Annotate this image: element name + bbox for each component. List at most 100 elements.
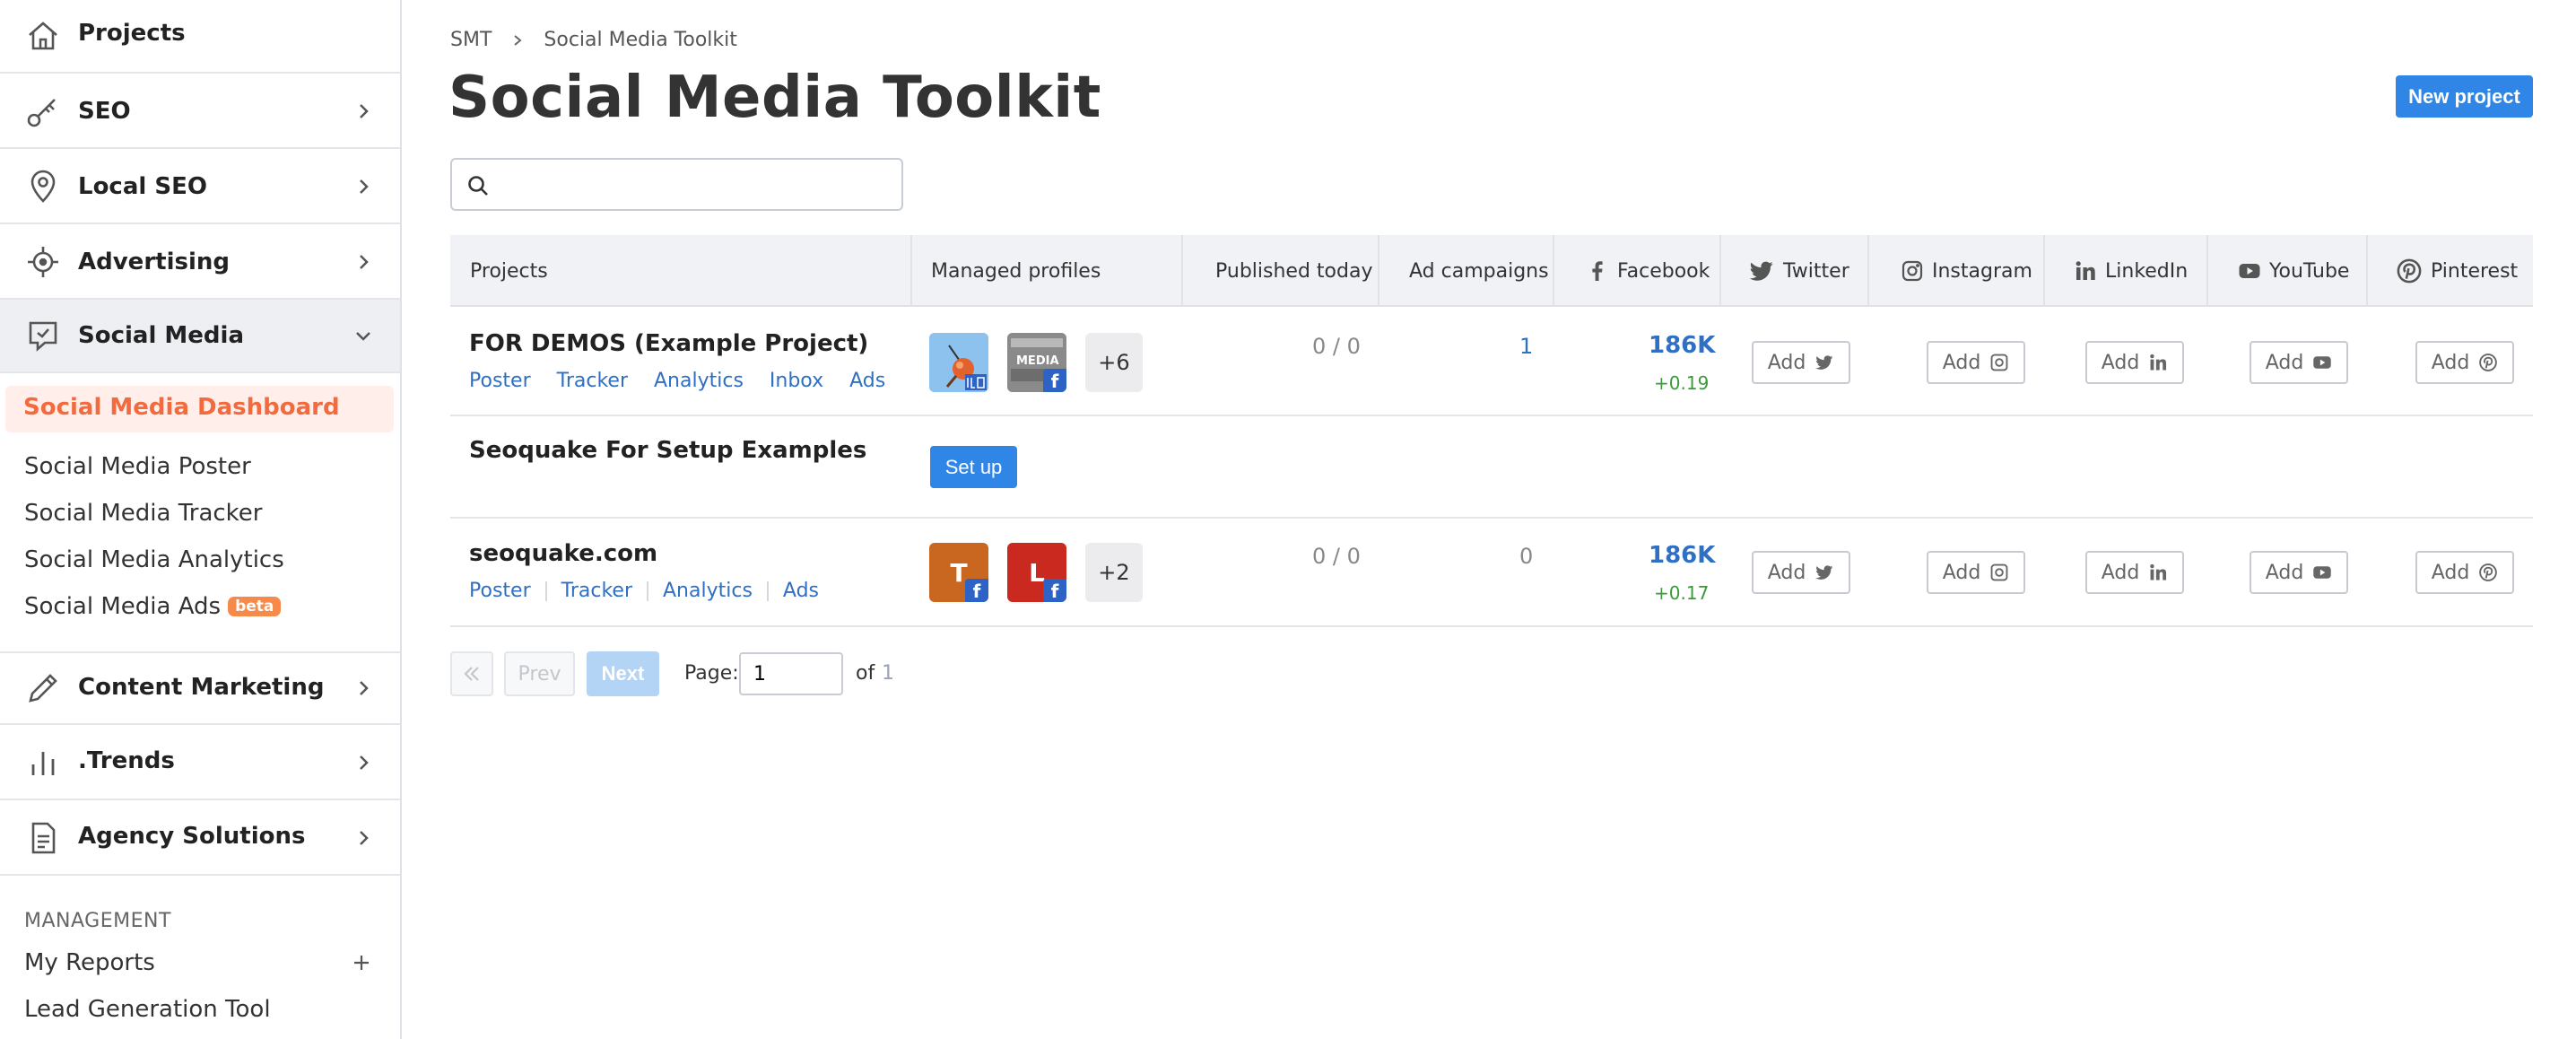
home-icon — [29, 22, 57, 50]
sidebar-item-my-reports[interactable]: My Reports — [24, 949, 155, 976]
add-label: Add — [2101, 561, 2140, 584]
project-name[interactable]: Seoquake For Setup Examples — [469, 437, 866, 464]
ad-campaigns-value[interactable]: 1 — [1519, 334, 1533, 359]
profile-avatar[interactable]: T f — [929, 543, 988, 602]
link-analytics[interactable]: Analytics — [654, 370, 744, 392]
nav-trends[interactable]: .Trends — [0, 727, 400, 800]
link-inbox[interactable]: Inbox — [770, 370, 823, 392]
profile-avatar[interactable]: L f — [1007, 543, 1066, 602]
chevron-right-icon — [360, 104, 369, 118]
management-heading: MANAGEMENT — [24, 910, 171, 932]
facebook-badge-icon: f — [1043, 369, 1066, 392]
linkedin-icon — [2150, 563, 2167, 581]
facebook-followers[interactable]: 186K — [1649, 542, 1715, 569]
add-pinterest-button[interactable]: Add — [2415, 551, 2514, 594]
sidebar-item-social-media-tracker[interactable]: Social Media Tracker — [24, 500, 263, 527]
more-profiles[interactable]: +2 — [1085, 543, 1143, 602]
col-pinterest[interactable]: Pinterest — [2396, 235, 2518, 307]
location-pin-icon — [30, 170, 56, 203]
nav-advertising-label: Advertising — [78, 249, 230, 275]
sidebar-item-social-media-ads[interactable]: Social Media Ads beta — [24, 593, 282, 620]
add-linkedin-button[interactable]: Add — [2085, 551, 2184, 594]
nav-seo-label: SEO — [78, 98, 131, 125]
col-pinterest-label: Pinterest — [2431, 259, 2519, 283]
linkedin-icon — [2076, 261, 2095, 280]
profile-avatar[interactable] — [929, 333, 988, 392]
col-twitter-label: Twitter — [1783, 259, 1849, 283]
link-tracker[interactable]: Tracker — [557, 370, 628, 392]
nav-agency-solutions-label: Agency Solutions — [78, 823, 306, 850]
col-instagram[interactable]: Instagram — [1901, 235, 2032, 307]
add-twitter-button[interactable]: Add — [1752, 341, 1850, 384]
link-ads[interactable]: Ads — [783, 580, 819, 602]
add-linkedin-button[interactable]: Add — [2085, 341, 2184, 384]
col-ad-campaigns[interactable]: Ad campaigns — [1409, 235, 1549, 307]
youtube-icon — [2239, 264, 2260, 278]
add-instagram-button[interactable]: Add — [1927, 551, 2025, 594]
pinterest-icon — [2397, 258, 2422, 284]
search-icon — [468, 176, 488, 196]
more-profiles[interactable]: +6 — [1085, 333, 1143, 392]
col-youtube-label: YouTube — [2269, 259, 2350, 283]
row-divider — [450, 625, 2533, 627]
sidebar-item-lead-generation[interactable]: Lead Generation Tool — [24, 996, 271, 1023]
nav-seo[interactable]: SEO — [0, 75, 400, 149]
prev-page-button[interactable]: Prev — [504, 651, 575, 696]
column-divider — [910, 235, 912, 307]
col-twitter[interactable]: Twitter — [1748, 235, 1849, 307]
plus-icon[interactable] — [352, 953, 371, 973]
link-poster[interactable]: Poster — [469, 580, 531, 602]
add-youtube-button[interactable]: Add — [2250, 551, 2348, 594]
nav-advertising[interactable]: Advertising — [0, 226, 400, 300]
project-name[interactable]: seoquake.com — [469, 540, 657, 567]
page-label: Page: — [684, 662, 739, 685]
breadcrumb-smt[interactable]: SMT — [450, 29, 492, 51]
sidebar-item-social-media-analytics[interactable]: Social Media Analytics — [24, 546, 284, 573]
project-name[interactable]: FOR DEMOS (Example Project) — [469, 330, 868, 357]
search-input[interactable] — [500, 167, 886, 203]
first-page-button[interactable] — [450, 651, 493, 696]
page-number-input[interactable] — [739, 652, 843, 695]
add-youtube-button[interactable]: Add — [2250, 341, 2348, 384]
nav-social-media[interactable]: Social Media — [0, 300, 400, 373]
table-header: Projects Managed profiles Published toda… — [450, 235, 2533, 307]
column-divider — [1719, 235, 1721, 307]
link-tracker[interactable]: Tracker — [561, 580, 632, 602]
facebook-followers[interactable]: 186K — [1649, 332, 1715, 359]
col-published-today[interactable]: Published today — [1215, 235, 1372, 307]
add-instagram-button[interactable]: Add — [1927, 341, 2025, 384]
profile-logo-icon — [929, 333, 988, 392]
search-box — [450, 158, 903, 211]
add-label: Add — [1767, 561, 1806, 584]
column-divider — [1181, 235, 1183, 307]
nav-projects[interactable]: Projects — [0, 0, 400, 74]
col-facebook[interactable]: Facebook — [1586, 235, 1710, 307]
row-divider — [450, 415, 2533, 416]
profile-image-text: MEDIA — [1016, 354, 1059, 368]
new-project-button[interactable]: New project — [2396, 75, 2533, 118]
nav-agency-solutions[interactable]: Agency Solutions — [0, 802, 400, 876]
profile-avatar[interactable]: MEDIA f — [1007, 333, 1066, 392]
chevron-right-icon — [360, 831, 369, 845]
sidebar: Projects SEO Local SEO Advertising Socia… — [0, 0, 402, 1039]
set-up-button[interactable]: Set up — [930, 446, 1017, 488]
nav-local-seo[interactable]: Local SEO — [0, 151, 400, 224]
target-icon — [28, 247, 58, 277]
link-ads[interactable]: Ads — [849, 370, 885, 392]
next-page-button[interactable]: Next — [587, 651, 659, 696]
col-youtube[interactable]: YouTube — [2238, 235, 2349, 307]
add-twitter-button[interactable]: Add — [1752, 551, 1850, 594]
col-projects[interactable]: Projects — [470, 235, 548, 307]
col-linkedin[interactable]: LinkedIn — [2074, 235, 2188, 307]
add-label: Add — [2431, 561, 2470, 584]
link-analytics[interactable]: Analytics — [663, 580, 753, 602]
link-poster[interactable]: Poster — [469, 370, 531, 392]
add-pinterest-button[interactable]: Add — [2415, 341, 2514, 384]
chevron-right-icon — [514, 34, 522, 46]
facebook-badge-icon: f — [965, 579, 988, 602]
sidebar-item-social-media-poster[interactable]: Social Media Poster — [24, 453, 251, 480]
nav-content-marketing[interactable]: Content Marketing — [0, 651, 400, 725]
sidebar-item-social-media-dashboard[interactable]: Social Media Dashboard — [5, 386, 394, 432]
pinterest-icon — [2479, 563, 2498, 581]
facebook-delta: +0.19 — [1654, 372, 1710, 394]
